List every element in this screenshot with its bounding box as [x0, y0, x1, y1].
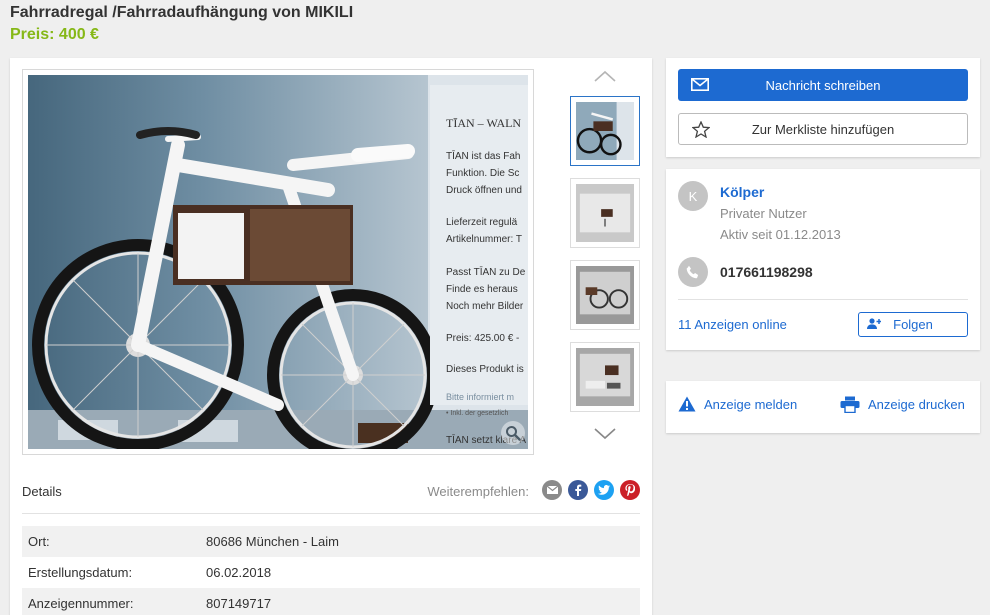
thumbnail-image: [576, 184, 634, 242]
envelope-icon: [691, 78, 709, 91]
photo-line: Lieferzeit regulä: [446, 217, 518, 228]
details-label: Details: [22, 484, 62, 499]
listing-title: Fahrradregal /Fahrradaufhängung von MIKI…: [10, 4, 354, 21]
share-label: Weiterempfehlen:: [427, 484, 529, 499]
photo-line: Noch mehr Bilder: [446, 301, 524, 312]
message-button-label: Nachricht schreiben: [765, 77, 881, 93]
avatar: K: [678, 181, 708, 211]
twitter-icon: [598, 485, 610, 495]
follow-button-label: Folgen: [893, 317, 933, 332]
facebook-icon: [575, 484, 582, 496]
thumbnail-strip: [570, 66, 640, 456]
printer-icon: [840, 396, 860, 413]
ads-online-link[interactable]: 11 Anzeigen online: [678, 317, 787, 332]
attribute-value: 80686 München - Laim: [206, 534, 339, 549]
contact-card: Nachricht schreiben Zur Merkliste hinzuf…: [666, 58, 980, 157]
photo-line: TĪAN ist das Fah: [446, 150, 520, 162]
star-icon: [692, 121, 710, 138]
table-row: Anzeigennummer: 807149717: [22, 588, 640, 615]
attribute-value: 06.02.2018: [206, 565, 272, 580]
follow-button[interactable]: Folgen: [858, 312, 968, 337]
thumbnail-image: [576, 102, 634, 160]
listing-price: Preis: 400 €: [10, 26, 99, 43]
message-button[interactable]: Nachricht schreiben: [678, 69, 968, 101]
photo-line: Passt TĪAN zu De: [446, 266, 526, 278]
report-ad-link[interactable]: Anzeige melden: [678, 396, 797, 412]
warning-icon: [678, 396, 696, 412]
magnifier-icon: [506, 426, 521, 441]
attribute-label: Anzeigennummer:: [28, 596, 134, 611]
photo-footer-1: Bitte informiert m: [446, 392, 514, 402]
seller-type: Privater Nutzer: [720, 206, 807, 221]
chevron-up-icon: [594, 70, 616, 82]
thumbnail-2[interactable]: [570, 178, 640, 248]
print-ad-label: Anzeige drucken: [868, 397, 965, 412]
thumbnail-down-button[interactable]: [592, 426, 618, 442]
main-image[interactable]: TĪAN – WALN TĪAN ist das Fah Funktion. D…: [28, 75, 528, 449]
photo-footer-2: • Inkl. der gesetzlich: [446, 410, 508, 417]
listing-main-card: TĪAN – WALN TĪAN ist das Fah Funktion. D…: [10, 58, 652, 615]
share-facebook-button[interactable]: [568, 480, 588, 500]
seller-card: K Kölper Privater Nutzer Aktiv seit 01.1…: [666, 169, 980, 350]
chevron-down-icon: [594, 428, 616, 440]
share-pinterest-button[interactable]: [620, 480, 640, 500]
envelope-icon: [546, 486, 558, 494]
photo-line: Druck öffnen und: [446, 185, 522, 196]
pinterest-icon: [625, 484, 635, 496]
attribute-label: Ort:: [28, 534, 50, 549]
zoom-button[interactable]: [501, 421, 525, 445]
report-card: Anzeige melden Anzeige drucken: [666, 381, 980, 433]
photo-line: Funktion. Die Sc: [446, 168, 519, 179]
attribute-value: 807149717: [206, 596, 272, 611]
photo-line: Preis: 425.00 € -: [446, 333, 519, 344]
thumbnail-1[interactable]: [570, 96, 640, 166]
report-ad-label: Anzeige melden: [704, 396, 798, 412]
print-ad-link[interactable]: Anzeige drucken: [840, 396, 965, 413]
thumbnail-up-button[interactable]: [592, 68, 618, 84]
table-row: Erstellungsdatum: 06.02.2018: [22, 557, 640, 588]
table-row: Ort: 80686 München - Laim: [22, 526, 640, 557]
share-twitter-button[interactable]: [594, 480, 614, 500]
thumbnail-image: [576, 266, 634, 324]
phone-glyph: [686, 265, 699, 279]
attributes-table: Ort: 80686 München - Laim Erstellungsdat…: [22, 526, 640, 615]
photo-heading: TĪAN – WALN: [446, 116, 521, 130]
phone-icon: [678, 257, 708, 287]
share-icons: [542, 480, 640, 500]
photo-line: Dieses Produkt is: [446, 364, 524, 375]
thumbnail-3[interactable]: [570, 260, 640, 330]
main-image-frame[interactable]: TĪAN – WALN TĪAN ist das Fah Funktion. D…: [22, 69, 534, 455]
attribute-label: Erstellungsdatum:: [28, 565, 133, 580]
phone-number[interactable]: 017661198298: [720, 264, 813, 280]
user-plus-icon: [867, 318, 881, 329]
seller-name-link[interactable]: Kölper: [720, 184, 764, 200]
seller-active-since: Aktiv seit 01.12.2013: [720, 227, 841, 242]
details-header: Details Weiterempfehlen:: [22, 478, 640, 514]
photo-line: Finde es heraus: [446, 284, 518, 295]
watchlist-button-label: Zur Merkliste hinzufügen: [751, 121, 895, 137]
thumbnail-4[interactable]: [570, 342, 640, 412]
share-mail-button[interactable]: [542, 480, 562, 500]
watchlist-button[interactable]: Zur Merkliste hinzufügen: [678, 113, 968, 145]
divider: [678, 299, 968, 300]
photo-line: Artikelnummer: T: [446, 234, 522, 245]
thumbnail-image: [576, 348, 634, 406]
